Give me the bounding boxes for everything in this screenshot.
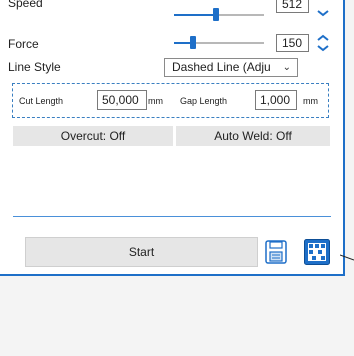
overcut-toggle-button[interactable]: Overcut: Off — [13, 126, 173, 146]
force-input[interactable]: 150 — [276, 34, 309, 52]
speed-slider-fill — [174, 14, 216, 16]
cut-length-label: Cut Length — [19, 96, 64, 106]
dashed-settings-group: Cut Length 50,000 mm Gap Length 1,000 mm — [12, 83, 329, 118]
force-label: Force — [8, 37, 39, 51]
speed-input[interactable]: 512 — [276, 0, 309, 13]
auto-weld-toggle-button[interactable]: Auto Weld: Off — [176, 126, 330, 146]
speed-label: Speed — [8, 0, 43, 10]
section-divider — [13, 216, 331, 217]
chevron-down-icon: ⌄ — [282, 62, 291, 73]
speed-spin-icon[interactable] — [316, 0, 330, 17]
line-style-selected: Dashed Line (Adju — [172, 60, 271, 74]
line-style-label: Line Style — [8, 60, 61, 74]
callout-leader-line — [340, 254, 354, 261]
force-spin-icon[interactable] — [316, 33, 330, 53]
speed-slider-thumb[interactable] — [213, 8, 219, 21]
cut-length-unit: mm — [148, 96, 163, 106]
force-slider-thumb[interactable] — [190, 36, 196, 49]
gap-length-label: Gap Length — [180, 96, 228, 106]
gap-length-unit: mm — [303, 96, 318, 106]
gap-length-input[interactable]: 1,000 — [255, 90, 297, 110]
pattern-grid-icon[interactable] — [304, 239, 330, 265]
settings-panel: Speed 512 Force 150 Line Style Dashed Li… — [0, 0, 345, 276]
line-style-dropdown[interactable]: Dashed Line (Adju ⌄ — [164, 58, 298, 77]
save-icon[interactable] — [265, 240, 287, 264]
cut-length-input[interactable]: 50,000 — [97, 90, 147, 110]
start-button[interactable]: Start — [25, 237, 258, 267]
